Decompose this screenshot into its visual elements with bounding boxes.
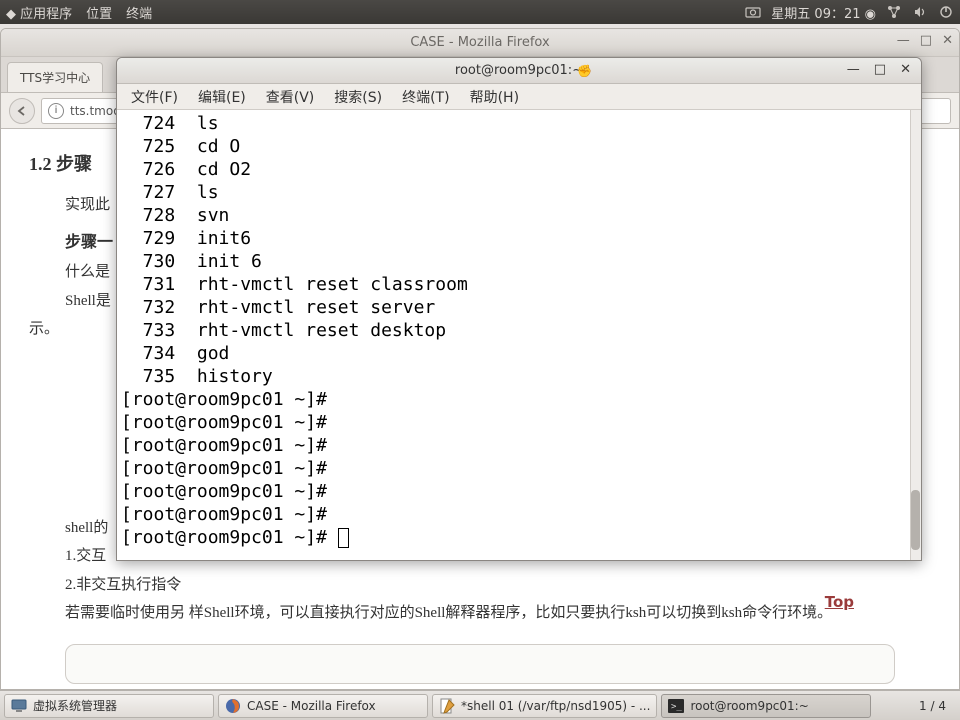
menu-help[interactable]: 帮助(H) [462, 85, 527, 109]
taskbar-label: root@room9pc01:~ [690, 699, 808, 713]
firefox-title: CASE - Mozilla Firefox [410, 35, 549, 50]
terminal-menubar: 文件(F) 编辑(E) 查看(V) 搜索(S) 终端(T) 帮助(H) [117, 84, 921, 110]
menu-search[interactable]: 搜索(S) [326, 85, 390, 109]
minimize-icon[interactable]: — [897, 33, 910, 48]
scrollbar-thumb[interactable] [911, 490, 920, 550]
terminal-icon: >_ [668, 698, 684, 714]
menu-terminal[interactable]: 终端 [126, 3, 152, 22]
taskbar-button[interactable]: 虚拟系统管理器 [4, 694, 214, 718]
workspace-pager[interactable]: 1 / 4 [909, 699, 956, 713]
camera-icon[interactable] [745, 4, 761, 20]
taskbar-button[interactable]: CASE - Mozilla Firefox [218, 694, 428, 718]
svg-text:>_: >_ [671, 702, 682, 712]
menu-terminal[interactable]: 终端(T) [394, 85, 457, 109]
taskbar-label: *shell 01 (/var/ftp/nsd1905) - ... [461, 699, 650, 713]
menu-edit[interactable]: 编辑(E) [190, 85, 254, 109]
taskbar: 虚拟系统管理器 CASE - Mozilla Firefox *shell 01 (… [0, 690, 960, 720]
volume-icon[interactable] [912, 4, 928, 20]
paragraph: 2.非交互执行指令 [29, 571, 931, 600]
code-block [65, 644, 895, 684]
clock[interactable]: 星期五 09：21 ◉ [771, 3, 876, 22]
taskbar-label: 虚拟系统管理器 [33, 697, 117, 714]
url-text: tts.tmoo [70, 104, 121, 118]
firefox-titlebar[interactable]: CASE - Mozilla Firefox — □ ✕ [1, 29, 959, 57]
paragraph: 若需要临时使用另 样Shell环境，可以直接执行对应的Shell解释器程序，比如… [29, 599, 931, 628]
terminal-body[interactable]: 724 ls 725 cd O 726 cd O2 727 ls 728 svn… [117, 110, 921, 560]
power-icon[interactable] [938, 4, 954, 20]
minimize-icon[interactable]: — [847, 62, 860, 77]
taskbar-button[interactable]: >_ root@room9pc01:~ [661, 694, 871, 718]
close-icon[interactable]: ✕ [942, 33, 953, 48]
menu-places[interactable]: 位置 [86, 3, 112, 22]
back-button[interactable] [9, 98, 35, 124]
scrollbar[interactable] [910, 110, 921, 560]
taskbar-label: CASE - Mozilla Firefox [247, 699, 376, 713]
top-link[interactable]: Top [825, 593, 854, 611]
menu-file[interactable]: 文件(F) [123, 85, 186, 109]
firefox-icon [225, 698, 241, 714]
close-icon[interactable]: ✕ [900, 62, 911, 77]
network-icon[interactable] [886, 4, 902, 20]
taskbar-button[interactable]: *shell 01 (/var/ftp/nsd1905) - ... [432, 694, 657, 718]
top-panel: ◆ 应用程序 位置 终端 星期五 09：21 ◉ [0, 0, 960, 24]
menu-applications[interactable]: ◆ 应用程序 [6, 3, 72, 22]
menu-view[interactable]: 查看(V) [258, 85, 323, 109]
grab-cursor-icon: ✊ [577, 64, 592, 78]
maximize-icon[interactable]: □ [920, 33, 932, 48]
info-icon[interactable]: i [48, 103, 64, 119]
terminal-title: root@room9pc01:~ [455, 63, 583, 78]
terminal-titlebar[interactable]: root@room9pc01:~ ✊ — □ ✕ [117, 58, 921, 84]
terminal-window: root@room9pc01:~ ✊ — □ ✕ 文件(F) 编辑(E) 查看(… [116, 57, 922, 561]
monitor-icon [11, 698, 27, 714]
browser-tab[interactable]: TTS学习中心 [7, 62, 103, 92]
cursor [338, 528, 349, 548]
editor-icon [439, 698, 455, 714]
maximize-icon[interactable]: □ [874, 62, 886, 77]
